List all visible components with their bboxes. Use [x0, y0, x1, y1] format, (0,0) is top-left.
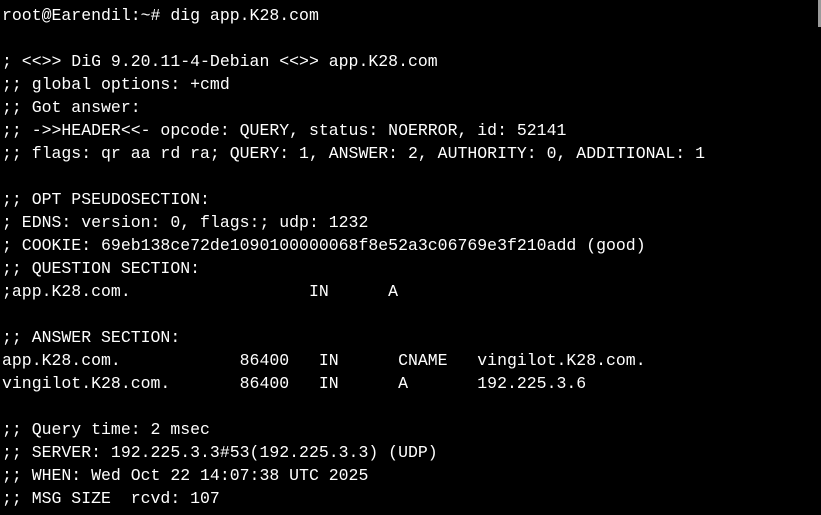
cookie-line: ; COOKIE: 69eb138ce72de1090100000068f8e5… [2, 236, 646, 255]
got-answer-line: ;; Got answer: [2, 98, 141, 117]
answer-record-a: vingilot.K28.com. 86400 IN A 192.225.3.6 [2, 374, 587, 393]
answer-section-heading: ;; ANSWER SECTION: [2, 328, 181, 347]
answer-record-cname: app.K28.com. 86400 IN CNAME vingilot.K28… [2, 351, 646, 370]
question-record: ;app.K28.com. IN A [2, 282, 399, 301]
edns-line: ; EDNS: version: 0, flags:; udp: 1232 [2, 213, 369, 232]
opt-pseudosection-heading: ;; OPT PSEUDOSECTION: [2, 190, 210, 209]
flags-line: ;; flags: qr aa rd ra; QUERY: 1, ANSWER:… [2, 144, 706, 163]
server-line: ;; SERVER: 192.225.3.3#53(192.225.3.3) (… [2, 443, 438, 462]
header-line: ;; ->>HEADER<<- opcode: QUERY, status: N… [2, 121, 567, 140]
global-options-line: ;; global options: +cmd [2, 75, 230, 94]
query-time-line: ;; Query time: 2 msec [2, 420, 210, 439]
terminal-window[interactable]: root@Earendil:~# dig app.K28.com ; <<>> … [0, 0, 821, 515]
dig-version-line: ; <<>> DiG 9.20.11-4-Debian <<>> app.K28… [2, 52, 438, 71]
question-section-heading: ;; QUESTION SECTION: [2, 259, 201, 278]
prompt-command-line: root@Earendil:~# dig app.K28.com [2, 6, 319, 25]
when-line: ;; WHEN: Wed Oct 22 14:07:38 UTC 2025 [2, 466, 369, 485]
msg-size-line: ;; MSG SIZE rcvd: 107 [2, 489, 220, 508]
